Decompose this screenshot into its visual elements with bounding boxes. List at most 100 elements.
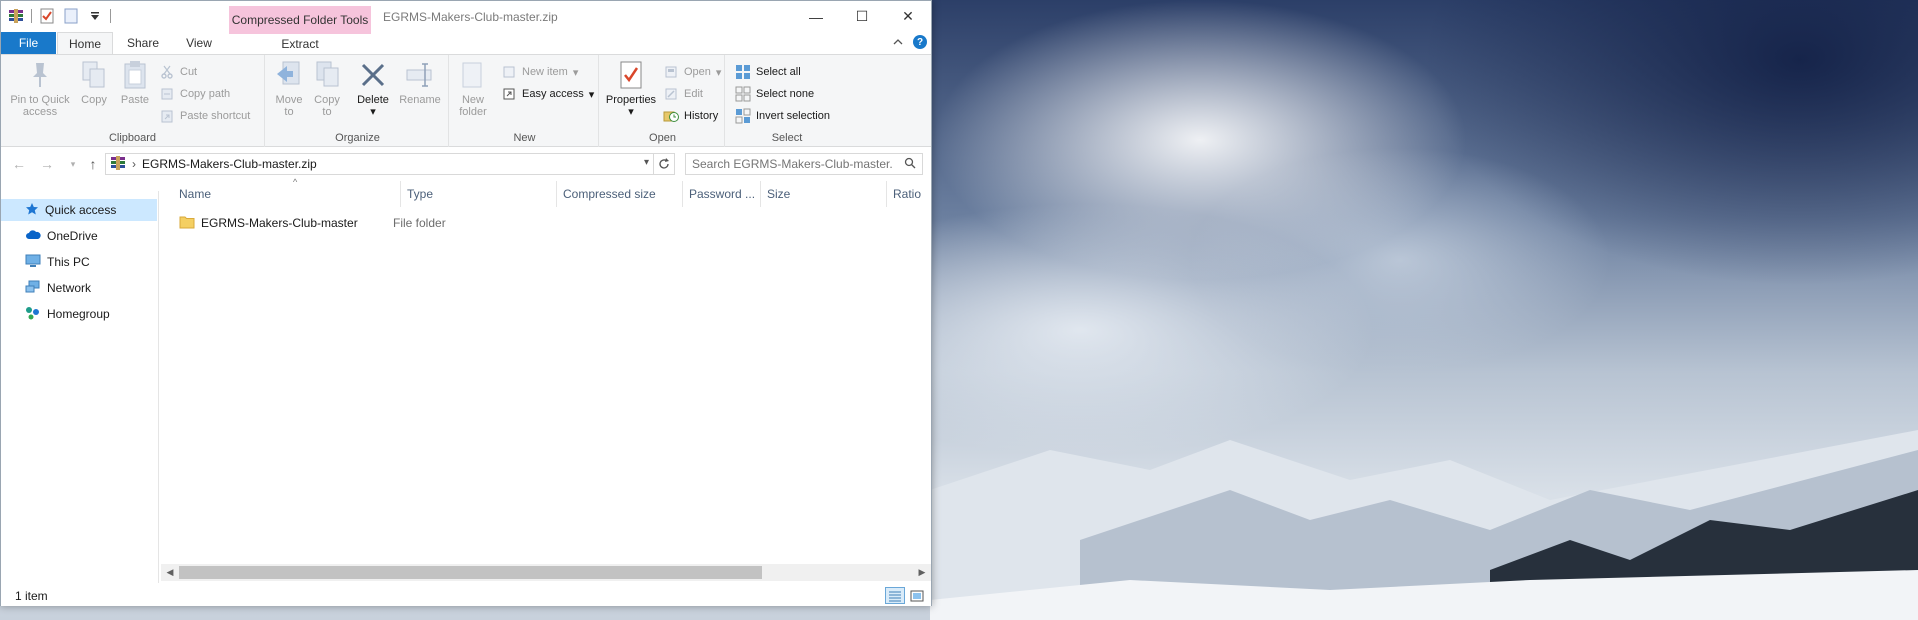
- sidebar-item-network[interactable]: Network: [1, 277, 157, 299]
- move-to-label-line1: Move: [275, 94, 303, 106]
- sort-up-icon: ^: [293, 177, 298, 187]
- customize-toolbar-icon[interactable]: [86, 7, 104, 25]
- edit-label: Edit: [684, 88, 703, 100]
- new-folder-label-line1: New: [461, 94, 484, 106]
- back-arrow-icon[interactable]: ←: [11, 156, 27, 172]
- search-input[interactable]: [692, 157, 892, 171]
- search-box[interactable]: [685, 153, 923, 175]
- sidebar-item-homegroup[interactable]: Homegroup: [1, 303, 157, 325]
- new-folder-button[interactable]: New folder: [455, 59, 491, 118]
- new-item-dropdown-arrow: ▾: [572, 66, 579, 79]
- copy-to-button[interactable]: Copy to: [309, 59, 345, 118]
- column-header-label: Password ...: [689, 187, 756, 201]
- sidebar-item-this-pc[interactable]: This PC: [1, 251, 157, 273]
- column-header-name[interactable]: Name ^: [173, 177, 401, 207]
- sidebar-item-onedrive[interactable]: OneDrive: [1, 225, 157, 247]
- paste-button[interactable]: Paste: [117, 59, 153, 106]
- rename-label: Rename: [399, 94, 441, 106]
- folder-icon: [179, 215, 195, 232]
- scroll-left-arrow-icon[interactable]: ◀: [163, 566, 177, 579]
- properties-dropdown-arrow[interactable]: ▾: [628, 106, 634, 118]
- sidebar-item-quick-access[interactable]: Quick access: [1, 199, 157, 221]
- delete-button[interactable]: Delete ▾: [353, 59, 393, 118]
- maximize-button[interactable]: ☐: [839, 1, 885, 32]
- open-icon: [663, 64, 679, 80]
- large-icons-view-button[interactable]: [907, 587, 927, 604]
- column-header-ratio[interactable]: Ratio: [887, 181, 931, 207]
- address-dropdown-icon[interactable]: ▾: [644, 157, 649, 168]
- rename-button[interactable]: Rename: [397, 59, 443, 106]
- cut-label: Cut: [180, 66, 198, 78]
- recent-locations-chevron-icon[interactable]: ▾: [65, 156, 81, 172]
- new-item-button[interactable]: New item ▾: [501, 63, 578, 81]
- scroll-right-arrow-icon[interactable]: ▶: [915, 566, 929, 579]
- scrollbar-thumb[interactable]: [179, 566, 762, 579]
- easy-access-dropdown-arrow: ▾: [588, 88, 595, 101]
- select-none-label: Select none: [756, 88, 815, 100]
- column-header-size[interactable]: Size: [761, 181, 887, 207]
- pin-label-line1: Pin to Quick: [10, 94, 70, 106]
- paste-shortcut-button[interactable]: Paste shortcut: [159, 107, 250, 125]
- search-icon[interactable]: [904, 157, 916, 172]
- open-group-label: Open: [649, 132, 676, 144]
- move-to-label-line2: to: [284, 106, 294, 118]
- properties-icon[interactable]: [38, 7, 56, 25]
- new-folder-label-line2: folder: [459, 106, 487, 118]
- edit-button[interactable]: Edit: [663, 85, 703, 103]
- collapse-ribbon-icon[interactable]: [893, 35, 903, 49]
- cut-button[interactable]: Cut: [159, 63, 197, 81]
- breadcrumb-separator-icon[interactable]: ›: [132, 157, 136, 171]
- column-header-type[interactable]: Type: [401, 181, 557, 207]
- open-button[interactable]: Open ▾: [663, 63, 721, 81]
- homegroup-icon: [25, 306, 41, 323]
- up-arrow-icon[interactable]: ↑: [85, 156, 101, 172]
- properties-button[interactable]: Properties ▾: [603, 59, 659, 118]
- winrar-archive-icon[interactable]: [7, 7, 25, 25]
- select-all-button[interactable]: Select all: [735, 63, 801, 81]
- tab-extract[interactable]: Extract: [229, 32, 371, 54]
- column-header-password[interactable]: Password ...: [683, 181, 761, 207]
- minimize-button[interactable]: —: [793, 1, 839, 32]
- easy-access-icon: [501, 86, 517, 102]
- breadcrumb-path[interactable]: EGRMS-Makers-Club-master.zip: [142, 157, 317, 171]
- tab-share[interactable]: Share: [117, 32, 169, 54]
- new-folder-icon: [457, 59, 489, 91]
- select-all-label: Select all: [756, 66, 801, 78]
- new-item-icon: [501, 64, 517, 80]
- tab-home[interactable]: Home: [57, 32, 113, 54]
- refresh-icon: [659, 158, 669, 169]
- tab-file[interactable]: File: [1, 32, 56, 54]
- ribbon-tabs: File Home Share View Extract ?: [1, 32, 931, 54]
- file-type: File folder: [393, 216, 446, 230]
- item-count: 1 item: [15, 588, 48, 603]
- help-icon[interactable]: ?: [913, 35, 927, 49]
- copy-path-button[interactable]: Copy path: [159, 85, 230, 103]
- select-none-icon: [735, 86, 751, 102]
- tab-view[interactable]: View: [171, 32, 227, 54]
- view-buttons: [885, 587, 927, 604]
- details-view-icon: [889, 591, 901, 601]
- horizontal-scrollbar[interactable]: ◀ ▶: [161, 564, 931, 581]
- history-button[interactable]: History: [663, 107, 718, 125]
- properties-checklist-icon: [615, 59, 647, 91]
- column-header-compressed-size[interactable]: Compressed size: [557, 181, 683, 207]
- table-row[interactable]: EGRMS-Makers-Club-master File folder: [173, 212, 913, 234]
- new-folder-icon[interactable]: [62, 7, 80, 25]
- close-button[interactable]: ✕: [885, 1, 931, 32]
- delete-dropdown-arrow[interactable]: ▾: [370, 106, 376, 118]
- refresh-button[interactable]: [653, 153, 675, 175]
- select-none-button[interactable]: Select none: [735, 85, 814, 103]
- column-header-label: Size: [767, 187, 791, 201]
- ribbon-controls: ?: [893, 35, 927, 49]
- move-to-button[interactable]: Move to: [271, 59, 307, 118]
- invert-selection-button[interactable]: Invert selection: [735, 107, 830, 125]
- address-box[interactable]: › EGRMS-Makers-Club-master.zip ▾: [105, 153, 654, 175]
- toolbar-separator: [110, 9, 111, 23]
- easy-access-button[interactable]: Easy access ▾: [501, 85, 594, 103]
- details-view-button[interactable]: [885, 587, 905, 604]
- pin-to-quick-access-button[interactable]: Pin to Quick access: [5, 59, 75, 118]
- forward-arrow-icon[interactable]: →: [39, 156, 55, 172]
- history-icon: [663, 108, 679, 124]
- copy-button[interactable]: Copy: [77, 59, 111, 106]
- open-dropdown-arrow: ▾: [715, 66, 722, 79]
